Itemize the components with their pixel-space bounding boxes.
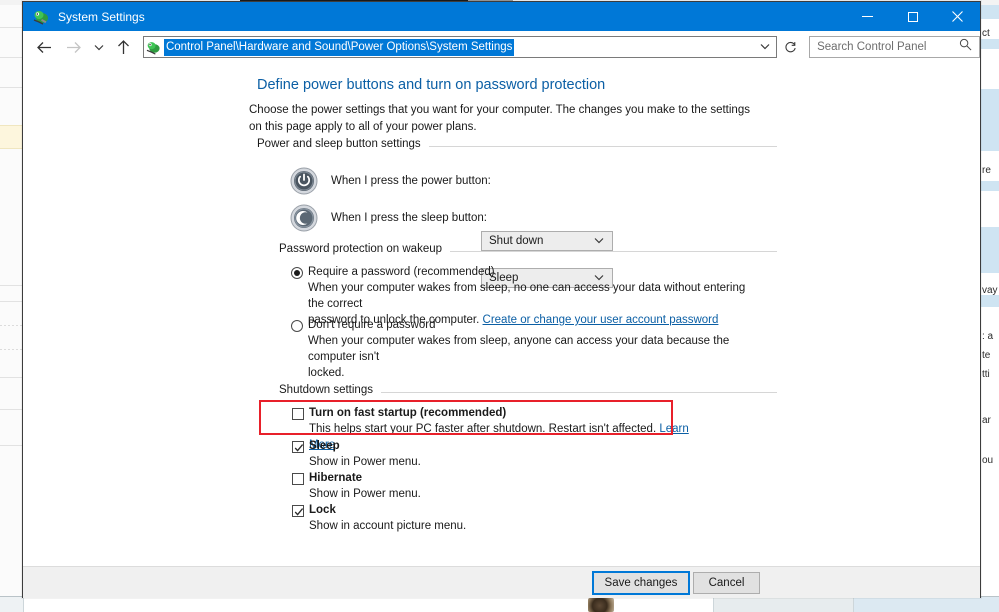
checkbox-sleep[interactable] — [292, 441, 304, 453]
page-title: Define power buttons and turn on passwor… — [257, 77, 606, 93]
sleep-button-row: When I press the sleep button: — [290, 204, 630, 232]
background-text-fragment: tti — [982, 369, 990, 380]
background-avatar-thumbnail — [588, 598, 614, 612]
option-dont-require-password[interactable]: Don't require a password When your compu… — [291, 319, 761, 381]
checkbox-hibernate-row[interactable]: Hibernate Show in Power menu. — [292, 472, 692, 502]
background-right-panel: ct re vay : a te tti ar ou — [981, 5, 999, 612]
group-header-password: Password protection on wakeup — [279, 243, 777, 259]
window-titlebar[interactable]: System Settings — [23, 2, 980, 31]
cancel-button[interactable]: Cancel — [693, 572, 760, 594]
group-header-shutdown: Shutdown settings — [279, 384, 777, 400]
save-changes-button[interactable]: Save changes — [592, 571, 690, 595]
refresh-icon[interactable] — [780, 36, 801, 58]
window-controls — [845, 2, 980, 31]
checkbox-fast-startup[interactable] — [292, 408, 304, 420]
checkbox-label: Hibernate — [309, 472, 363, 484]
sleep-button-label: When I press the sleep button: — [331, 212, 487, 224]
group-power-sleep: Power and sleep button settings — [23, 138, 980, 154]
navigation-bar: Control Panel\Hardware and Sound\Power O… — [23, 31, 981, 63]
group-label: Password protection on wakeup — [279, 243, 451, 255]
option-label: Require a password (recommended) — [308, 266, 495, 278]
checkbox-label: Sleep — [309, 440, 340, 452]
option-description-line2: locked. — [308, 367, 345, 379]
checkbox-description: Show in Power menu. — [309, 456, 421, 468]
power-button-row: When I press the power button: — [290, 167, 630, 195]
background-text-fragment: ou — [982, 455, 994, 466]
checkbox-lock[interactable] — [292, 505, 304, 517]
group-header-power-sleep: Power and sleep button settings — [257, 138, 777, 154]
checkbox-lock-row[interactable]: Lock Show in account picture menu. — [292, 504, 692, 534]
system-settings-window: System Settings Control Panel\Hardware a… — [22, 1, 981, 598]
close-button[interactable] — [935, 2, 980, 31]
option-label: Don't require a password — [308, 319, 436, 331]
checkbox-description: Show in account picture menu. — [309, 520, 467, 532]
checkbox-description: This helps start your PC faster after sh… — [309, 423, 657, 435]
group-password-protection: Password protection on wakeup — [23, 243, 980, 259]
screen-root: ct re vay : a te tti ar ou System Settin… — [0, 0, 999, 612]
search-input[interactable]: Search Control Panel — [809, 36, 981, 58]
checkbox-sleep-row[interactable]: Sleep Show in Power menu. — [292, 440, 692, 470]
group-label: Shutdown settings — [279, 384, 381, 396]
background-text-fragment: ct — [982, 28, 990, 39]
option-description-line1: When your computer wakes from sleep, any… — [308, 335, 730, 363]
background-text-fragment: re — [982, 165, 991, 176]
dialog-footer: Save changes Cancel — [23, 566, 980, 598]
cancel-label: Cancel — [708, 577, 745, 589]
background-left-panel — [0, 5, 22, 605]
radio-dont-require-password[interactable] — [291, 320, 303, 332]
power-button-icon — [290, 167, 318, 195]
search-placeholder: Search Control Panel — [817, 41, 927, 53]
minimize-button[interactable] — [845, 2, 890, 31]
radio-require-password[interactable] — [291, 267, 303, 279]
background-text-fragment: te — [982, 350, 991, 361]
background-text-fragment: ar — [982, 415, 991, 426]
address-bar[interactable]: Control Panel\Hardware and Sound\Power O… — [142, 36, 777, 58]
background-text-fragment: : a — [982, 331, 994, 342]
background-text-fragment: vay — [982, 285, 998, 296]
sleep-moon-icon — [290, 204, 318, 232]
checkbox-description: Show in Power menu. — [309, 488, 421, 500]
checkbox-hibernate[interactable] — [292, 473, 304, 485]
group-label: Power and sleep button settings — [257, 138, 429, 150]
up-arrow-icon[interactable] — [112, 35, 135, 59]
address-bar-icon — [146, 40, 161, 55]
option-description-line1: When your computer wakes from sleep, no … — [308, 282, 746, 310]
search-icon[interactable] — [959, 38, 972, 56]
save-changes-label: Save changes — [604, 577, 678, 589]
recent-locations-chevron-icon[interactable] — [91, 35, 107, 59]
address-dropdown-chevron-icon[interactable] — [760, 42, 770, 53]
power-options-icon — [33, 9, 49, 25]
window-title: System Settings — [58, 9, 145, 24]
forward-arrow-icon — [62, 35, 85, 59]
back-arrow-icon[interactable] — [32, 35, 55, 59]
address-path-text[interactable]: Control Panel\Hardware and Sound\Power O… — [163, 38, 515, 56]
group-shutdown-settings: Shutdown settings — [23, 384, 980, 400]
checkbox-label: Turn on fast startup (recommended) — [309, 407, 507, 419]
page-description: Choose the power settings that you want … — [249, 104, 750, 133]
maximize-button[interactable] — [890, 2, 935, 31]
checkbox-label: Lock — [309, 504, 336, 516]
settings-content: Define power buttons and turn on passwor… — [23, 63, 980, 566]
background-bottom-bar — [0, 596, 999, 612]
power-button-label: When I press the power button: — [331, 175, 491, 187]
